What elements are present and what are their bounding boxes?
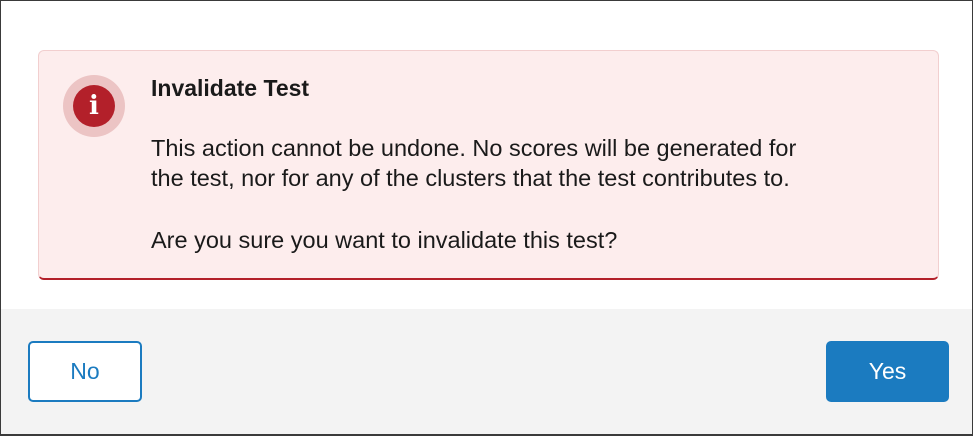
invalidate-test-dialog: i Invalidate Test This action cannot be … [0,0,973,436]
alert-title: Invalidate Test [151,75,310,101]
alert-message-line-2: the test, nor for any of the clusters th… [151,165,790,191]
warning-alert: i Invalidate Test This action cannot be … [38,50,939,280]
no-button[interactable]: No [28,341,142,402]
yes-button[interactable]: Yes [826,341,949,402]
info-icon: i [73,85,115,127]
alert-message: This action cannot be undone. No scores … [151,133,921,193]
confirmation-question: Are you sure you want to invalidate this… [151,227,618,253]
dialog-footer: No Yes [1,309,972,434]
alert-message-line-1: This action cannot be undone. No scores … [151,135,797,161]
alert-icon-halo: i [63,75,125,137]
